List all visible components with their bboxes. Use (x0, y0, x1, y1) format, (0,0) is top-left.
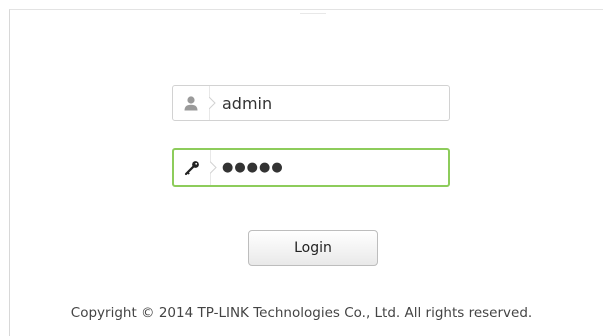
field-separator (208, 86, 217, 120)
panel-notch (300, 10, 326, 14)
login-page: admin ●●●●● Login Copyright © 2014 TP-LI… (0, 0, 603, 336)
login-button[interactable]: Login (248, 230, 378, 266)
field-separator (209, 150, 218, 185)
password-input[interactable]: ●●●●● (222, 150, 284, 185)
username-field[interactable]: admin (172, 85, 450, 121)
copyright-text: Copyright © 2014 TP-LINK Technologies Co… (70, 305, 533, 321)
username-input[interactable]: admin (222, 86, 272, 120)
password-field[interactable]: ●●●●● (172, 148, 450, 187)
key-icon (174, 150, 210, 185)
user-icon (173, 86, 209, 120)
